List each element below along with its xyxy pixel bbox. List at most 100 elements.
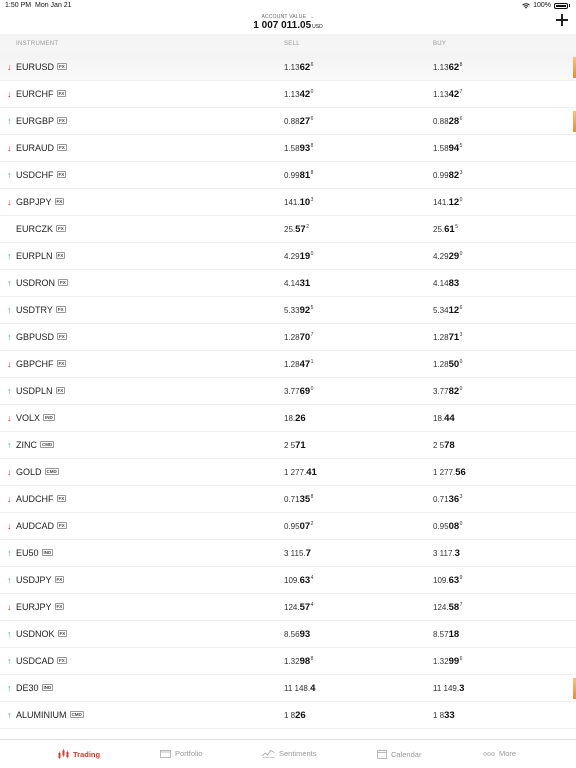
buy-price[interactable]: 1.28500 — [433, 359, 462, 370]
instrument-row[interactable]: ↑ EURGBP FX 0.88276 0.88286 — [0, 108, 576, 135]
arrow-up-icon: ↑ — [7, 305, 12, 315]
sell-price[interactable]: 25.572 — [284, 224, 309, 235]
tab-trading[interactable]: Trading — [58, 749, 100, 759]
instrument-row[interactable]: ↓ GBPCHF FX 1.28471 1.28500 — [0, 351, 576, 378]
sell-price[interactable]: 1.13420 — [284, 89, 313, 100]
sell-price[interactable]: 1.13626 — [284, 62, 313, 73]
instrument-name: EURPLN — [16, 251, 53, 261]
instrument-row[interactable]: ↓ EURCHF FX 1.13420 1.13427 — [0, 81, 576, 108]
buy-price[interactable]: 5.34126 — [433, 305, 462, 316]
add-instrument-button[interactable] — [556, 14, 568, 26]
instrument-row[interactable]: ↑ USDNOK FX 8.5693 8.5718 — [0, 621, 576, 648]
instrument-row[interactable]: ↑ ALUMINIUM CMD 1 826 1 833 — [0, 702, 576, 729]
sell-price-pips: 57 — [295, 224, 306, 235]
instrument-row[interactable]: ↓ EURAUD FX 1.58938 1.58945 — [0, 135, 576, 162]
buy-price[interactable]: 2 578 — [433, 440, 455, 451]
instrument-row[interactable]: ↑ EU50 IND 3 115.7 3 117.3 — [0, 540, 576, 567]
instrument-row[interactable]: ↓ AUDCAD FX 0.95072 0.95080 — [0, 513, 576, 540]
buy-price[interactable]: 3 117.3 — [433, 548, 460, 559]
buy-price[interactable]: 8.5718 — [433, 629, 460, 640]
sell-price[interactable]: 1 277.41 — [284, 467, 317, 478]
buy-price[interactable]: 0.99823 — [433, 170, 462, 181]
sell-price-prefix: 0.71 — [284, 495, 300, 504]
sell-price[interactable]: 109.634 — [284, 575, 313, 586]
sell-price[interactable]: 4.29190 — [284, 251, 313, 262]
sell-price[interactable]: 2 571 — [284, 440, 306, 451]
instrument-row[interactable]: ↓ GBPJPY FX 141.103 141.120 — [0, 189, 576, 216]
sell-price[interactable]: 5.33925 — [284, 305, 313, 316]
instrument-row[interactable]: ↓ VOLX IND 18.26 18.44 — [0, 405, 576, 432]
buy-price[interactable]: 1.32996 — [433, 656, 462, 667]
buy-price[interactable]: 18.44 — [433, 413, 455, 424]
buy-price[interactable]: 124.587 — [433, 602, 462, 613]
buy-price[interactable]: 1.13628 — [433, 62, 462, 73]
sell-price[interactable]: 18.26 — [284, 413, 306, 424]
sell-price[interactable]: 1.28471 — [284, 359, 313, 370]
arrow-up-icon: ↑ — [7, 548, 12, 558]
instrument-row[interactable]: ↑ EURPLN FX 4.29190 4.29290 — [0, 243, 576, 270]
sell-price[interactable]: 3 115.7 — [284, 548, 311, 559]
sell-price[interactable]: 4.1431 — [284, 278, 311, 289]
buy-price[interactable]: 4.1483 — [433, 278, 460, 289]
buy-price[interactable]: 1 833 — [433, 710, 455, 721]
sell-price[interactable]: 124.574 — [284, 602, 313, 613]
sell-price[interactable]: 0.88276 — [284, 116, 313, 127]
sell-price[interactable]: 3.77690 — [284, 386, 313, 397]
tab-more[interactable]: More — [483, 749, 516, 758]
instrument-row[interactable]: ↑ USDPLN FX 3.77690 3.77820 — [0, 378, 576, 405]
instrument-row[interactable]: ↓ GOLD CMD 1 277.41 1 277.56 — [0, 459, 576, 486]
sell-price[interactable]: 1 826 — [284, 710, 306, 721]
buy-price[interactable]: 0.88286 — [433, 116, 462, 127]
buy-price[interactable]: 11 149.3 — [433, 683, 465, 694]
instrument-type-badge: FX — [58, 279, 68, 286]
sell-price[interactable]: 1.28707 — [284, 332, 313, 343]
buy-price[interactable]: 0.95080 — [433, 521, 462, 532]
instrument-row[interactable]: ↑ GBPUSD FX 1.28707 1.28713 — [0, 324, 576, 351]
instrument-name-cell: EURGBP FX — [16, 116, 67, 126]
account-value-selector[interactable]: ACCOUNT VALUE ⌄ 1 007 011.05USD — [0, 14, 576, 31]
sell-price[interactable]: 11 148.4 — [284, 683, 316, 694]
instrument-row[interactable]: ↓ AUDCHF FX 0.71358 0.71363 — [0, 486, 576, 513]
arrow-down-icon: ↓ — [7, 143, 12, 153]
instrument-name: AUDCAD — [16, 521, 55, 531]
buy-price[interactable]: 1.58945 — [433, 143, 462, 154]
buy-price-pips: 29 — [448, 251, 460, 262]
sell-price[interactable]: 8.5693 — [284, 629, 311, 640]
sell-price[interactable]: 1.58938 — [284, 143, 313, 154]
buy-price[interactable]: 1 277.56 — [433, 467, 466, 478]
sell-price[interactable]: 0.99818 — [284, 170, 313, 181]
sell-price-prefix: 3 115. — [284, 549, 306, 558]
instrument-row[interactable]: ↑ USDTRY FX 5.33925 5.34126 — [0, 297, 576, 324]
instrument-name-cell: USDTRY FX — [16, 305, 66, 315]
instrument-row[interactable]: ↑ USDRON FX 4.1431 4.1483 — [0, 270, 576, 297]
sell-price-prefix: 0.95 — [284, 522, 300, 531]
buy-price-prefix: 1.13 — [433, 90, 449, 99]
buy-price[interactable]: 141.120 — [433, 197, 462, 208]
sell-price[interactable]: 0.95072 — [284, 521, 313, 532]
sell-price[interactable]: 1.32988 — [284, 656, 313, 667]
tab-calendar[interactable]: Calendar — [377, 749, 421, 759]
instrument-row[interactable]: ↑ ZINC CMD 2 571 2 578 — [0, 432, 576, 459]
sell-price[interactable]: 0.71358 — [284, 494, 313, 505]
buy-price[interactable]: 0.71363 — [433, 494, 462, 505]
instrument-row[interactable]: ↑ USDCHF FX 0.99818 0.99823 — [0, 162, 576, 189]
tab-portfolio[interactable]: Portfolio — [160, 749, 203, 758]
buy-price[interactable]: 3.77820 — [433, 386, 462, 397]
buy-price[interactable]: 25.615 — [433, 224, 458, 235]
instrument-row[interactable]: ↑ USDCAD FX 1.32988 1.32996 — [0, 648, 576, 675]
instrument-row[interactable]: ↑ USDJPY FX 109.634 109.639 — [0, 567, 576, 594]
instrument-row[interactable]: ↑ DE30 IND 11 148.4 11 149.3 — [0, 675, 576, 702]
arrow-down-icon: ↓ — [7, 359, 12, 369]
instrument-row[interactable]: EURCZK FX 25.572 25.615 — [0, 216, 576, 243]
buy-price[interactable]: 1.13427 — [433, 89, 462, 100]
buy-price[interactable]: 109.639 — [433, 575, 462, 586]
tab-sentiments[interactable]: Sentiments — [262, 749, 317, 758]
buy-price[interactable]: 1.28713 — [433, 332, 462, 343]
buy-price[interactable]: 4.29290 — [433, 251, 462, 262]
buy-price-pips: 08 — [448, 521, 460, 532]
sell-price-prefix: 124. — [284, 603, 300, 612]
arrow-down-icon: ↓ — [7, 89, 12, 99]
instrument-row[interactable]: ↓ EURJPY FX 124.574 124.587 — [0, 594, 576, 621]
instrument-row[interactable]: ↓ EURUSD FX 1.13626 1.13628 — [0, 54, 576, 81]
sell-price[interactable]: 141.103 — [284, 197, 313, 208]
